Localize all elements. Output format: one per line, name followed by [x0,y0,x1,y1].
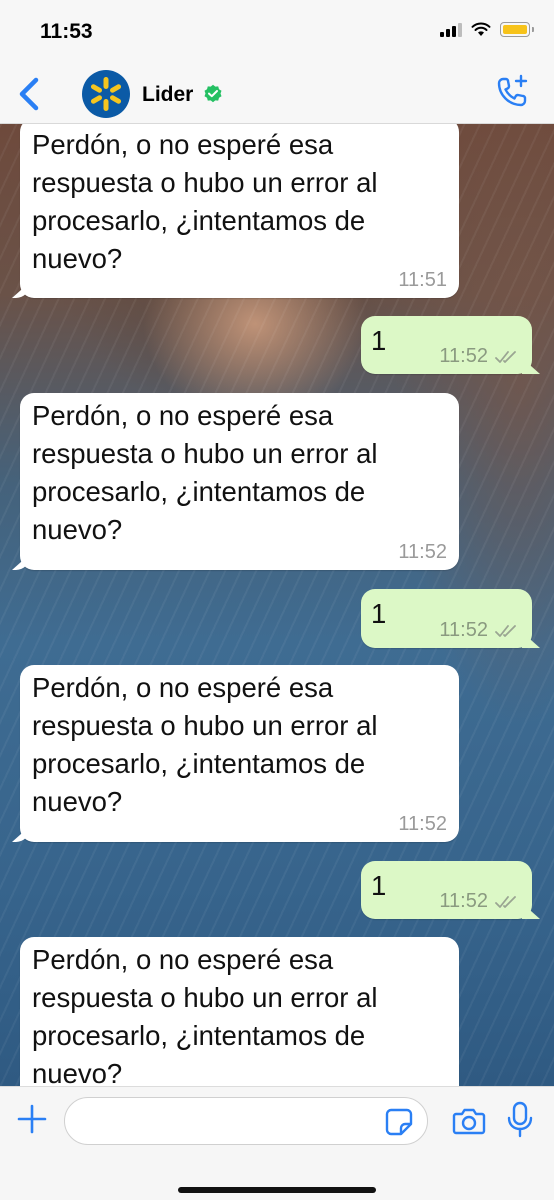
incoming-message[interactable]: Perdón, o no esperé esa respuesta o hubo… [20,937,459,1086]
double-check-icon [495,625,516,637]
chat-messages[interactable]: Perdón, o no esperé esa respuesta o hubo… [0,124,554,1086]
sticker-icon[interactable] [384,1107,414,1137]
message-text: Perdón, o no esperé esa respuesta o hubo… [32,129,378,274]
message-text: Perdón, o no esperé esa respuesta o hubo… [32,400,378,545]
contact-avatar[interactable] [82,70,130,118]
incoming-message[interactable]: Perdón, o no esperé esa respuesta o hubo… [20,665,459,842]
outgoing-message[interactable]: 1 11:52 [361,861,532,919]
spark-logo-icon [90,77,122,111]
status-icons [440,22,534,37]
message-text: Perdón, o no esperé esa respuesta o hubo… [32,944,378,1086]
cellular-signal-icon [440,22,462,37]
chat-header: 11:53 Lider [0,0,554,124]
message-time: 11:51 [398,269,447,291]
camera-icon[interactable] [452,1105,486,1137]
message-time: 11:52 [398,813,447,835]
outgoing-message[interactable]: 1 11:52 [361,589,532,648]
add-call-icon[interactable] [494,74,530,110]
message-input-bar [0,1086,554,1200]
message-text: 1 [371,325,387,356]
plus-icon[interactable] [16,1103,48,1135]
outgoing-message[interactable]: 1 11:52 [361,316,532,374]
double-check-icon [495,896,516,908]
message-text: 1 [371,598,387,629]
double-check-icon [495,351,516,363]
wifi-icon [471,22,491,36]
verified-badge-icon [204,84,222,103]
back-chevron-icon[interactable] [14,74,46,114]
contact-name[interactable]: Lider [142,83,193,107]
incoming-message[interactable]: Perdón, o no esperé esa respuesta o hubo… [20,124,459,298]
battery-icon [500,22,534,37]
message-time: 11:52 [398,541,447,563]
incoming-message[interactable]: Perdón, o no esperé esa respuesta o hubo… [20,393,459,570]
status-time: 11:53 [40,20,93,43]
message-time: 11:52 [439,619,488,641]
message-input[interactable] [64,1097,428,1145]
message-time: 11:52 [439,345,488,367]
message-text: 1 [371,870,387,901]
message-time: 11:52 [439,890,488,912]
microphone-icon[interactable] [506,1101,534,1139]
message-text: Perdón, o no esperé esa respuesta o hubo… [32,672,378,817]
home-indicator [178,1187,376,1193]
